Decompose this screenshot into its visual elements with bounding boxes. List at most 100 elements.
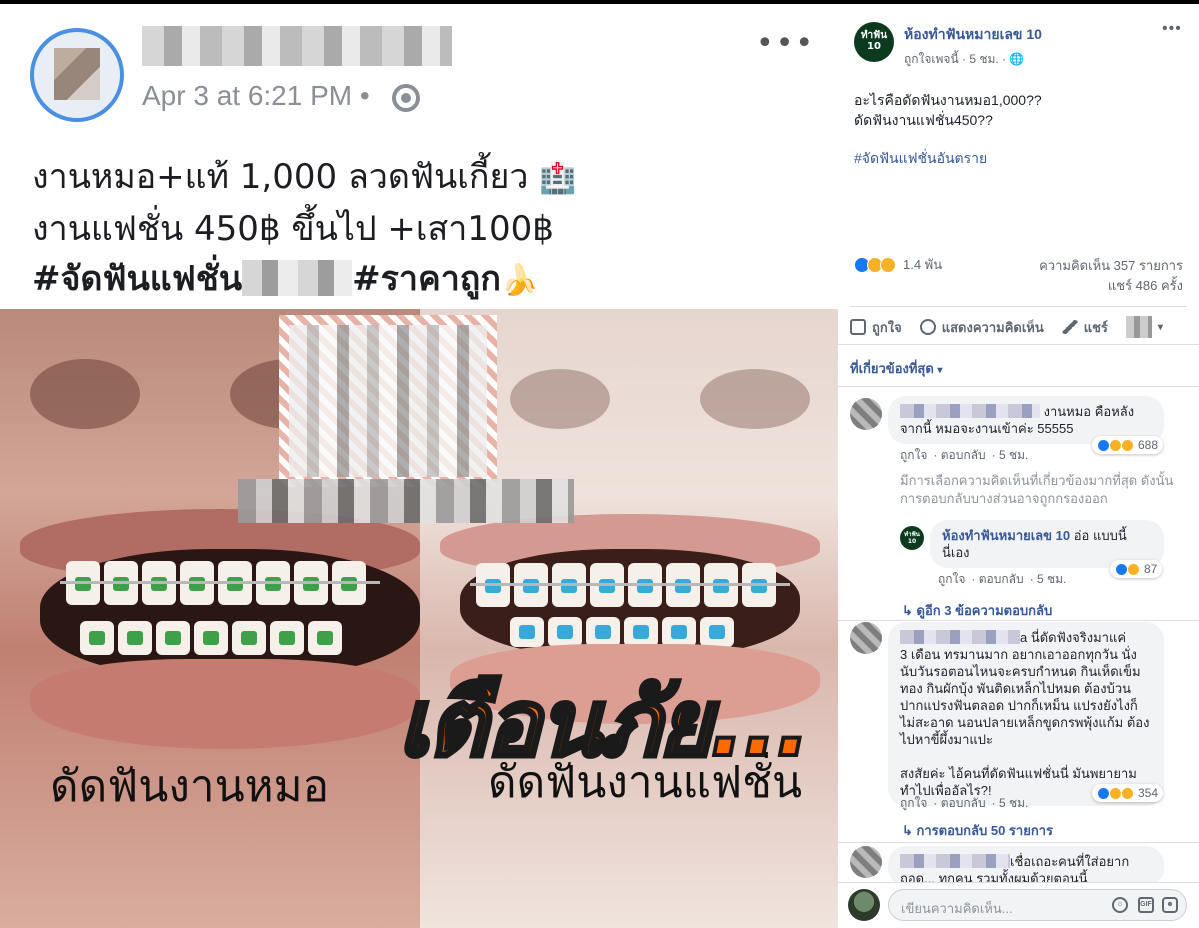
hashtag-link[interactable]: #จัดฟันแฟชั่นอันตราย: [854, 148, 987, 170]
comment-like-link[interactable]: ถูกใจ: [900, 448, 927, 462]
reply-reactions-count: 87: [1144, 562, 1158, 576]
post-timestamp: Apr 3 at 6:21 PM •: [142, 80, 370, 111]
sort-label: ที่เกี่ยวข้องที่สุด: [850, 361, 934, 376]
reply-reactions[interactable]: 87: [1110, 560, 1163, 578]
commenter-name-blurred[interactable]: [900, 404, 1040, 418]
comment-bubble: a นี่ดัดฟังจริงมาแค่ 3 เดือน ทรมานมาก อย…: [888, 622, 1164, 806]
commenter-name-blurred[interactable]: [900, 854, 1010, 868]
globe-icon: [392, 84, 420, 112]
post-hashtag-1: #จัดฟันแฟชั่น: [32, 259, 243, 299]
post-photo[interactable]: Apr 3 at 6:21 PM • ••• งานหมอ+แท้ 1,000 …: [0, 4, 838, 928]
page-avatar-small[interactable]: ทำฟัน 10: [900, 526, 924, 550]
reply-actions: ถูกใจ · ตอบกลับ · 5 ชม.: [938, 572, 1067, 586]
warning-text: เตือนภัย...: [396, 668, 813, 779]
comment-time[interactable]: 5 ชม.: [999, 448, 1028, 462]
blurred-text: [242, 260, 353, 296]
commenter-avatar[interactable]: [850, 846, 882, 878]
reply-text: นี่เอง: [942, 545, 970, 560]
facebook-photo-viewer: Apr 3 at 6:21 PM • ••• งานหมอ+แท้ 1,000 …: [0, 0, 1199, 928]
like-button[interactable]: ถูกใจ: [850, 317, 902, 338]
hospital-icon: 🏥: [539, 161, 577, 196]
wow-reaction-icon: [880, 256, 896, 273]
post-line-2: งานแฟชั่น 450฿ ขึ้นไป +เสา100฿: [32, 209, 554, 249]
comment-text: เชื่อเถอะคนที่ใส่อยาก: [1010, 854, 1130, 869]
comment-reactions-count: 354: [1138, 786, 1159, 800]
view-more-replies-link[interactable]: ↳ การตอบกลับ 50 รายการ: [902, 820, 1053, 841]
blurred-card-overlay: [279, 315, 497, 487]
sticker-icon[interactable]: ☻: [1162, 897, 1178, 913]
comment-actions: ถูกใจ · ตอบกลับ · 5 ชม.: [900, 448, 1029, 462]
comment-icon: [919, 319, 936, 335]
reactions-summary[interactable]: 1.4 พัน: [854, 254, 942, 275]
more-options-icon: •••: [756, 26, 816, 61]
comment-text: a นี่ดัดฟังจริงมาแค่: [1020, 630, 1127, 645]
engagement-stats: ความคิดเห็น 357 รายการ แชร์ 486 ครั้ง: [1039, 256, 1183, 296]
chevron-down-icon: ▾: [937, 365, 943, 376]
blurred-avatar: [1125, 316, 1152, 338]
caption-line-1: อะไรคือดัดฟันงานหมอ1,000??: [854, 92, 1042, 108]
reactions-count: 1.4 พัน: [903, 257, 943, 272]
comment-composer: เขียนความคิดเห็น... ☺ GIF ☻: [838, 882, 1199, 928]
page-name-link[interactable]: ห้องทำฟันหมายเลข 10: [904, 24, 1042, 46]
banana-icon: 🍌: [500, 263, 539, 298]
divider: [850, 306, 1187, 307]
post-text: งานหมอ+แท้ 1,000 ลวดฟันเกี้ยว 🏥 งานแฟชั่…: [32, 152, 812, 306]
shares-count-link[interactable]: แชร์ 486 ครั้ง: [1039, 276, 1183, 296]
divider: [838, 386, 1199, 387]
divider: [838, 842, 1199, 843]
comment-reply-link[interactable]: ตอบกลับ: [941, 448, 986, 462]
reply-reply-link[interactable]: ตอบกลับ: [979, 572, 1024, 586]
comment-reply-link[interactable]: ตอบกลับ: [941, 796, 986, 810]
share-icon: [1061, 320, 1078, 334]
filter-notice: มีการเลือกความคิดเห็นที่เกี่ยวข้องมากที่…: [900, 473, 1174, 506]
post-hashtag-2: #ราคาถูก: [352, 259, 501, 299]
braces-comparison-image: ดัดฟันงานหมอ ดัดฟันงานแฟชั่น เตือนภัย...: [0, 309, 838, 928]
thumbs-up-icon: [850, 319, 866, 335]
reply-time[interactable]: 5 ชม.: [1037, 572, 1066, 586]
commenter-avatar[interactable]: [850, 622, 882, 654]
emoji-icon[interactable]: ☺: [1112, 897, 1128, 913]
comment-reactions[interactable]: 688: [1092, 436, 1164, 454]
chevron-down-icon: ▾: [1157, 321, 1163, 333]
comment-button[interactable]: แสดงความคิดเห็น: [919, 317, 1044, 338]
like-label: ถูกใจ: [872, 319, 902, 335]
gif-icon[interactable]: GIF: [1138, 897, 1154, 913]
screenshot-post-header: Apr 3 at 6:21 PM • ••• งานหมอ+แท้ 1,000 …: [0, 4, 838, 304]
comment-placeholder: เขียนความคิดเห็น...: [901, 901, 1013, 916]
caption-line-2: ดัดฟันงานแฟชั่น450??: [854, 112, 993, 128]
comment-like-link[interactable]: ถูกใจ: [900, 796, 927, 810]
comment-sort-dropdown[interactable]: ที่เกี่ยวข้องที่สุด ▾: [850, 358, 942, 379]
post-caption: อะไรคือดัดฟันงานหมอ1,000?? ดัดฟันงานแฟชั…: [854, 90, 1184, 130]
comment-reactions[interactable]: 354: [1092, 784, 1164, 802]
current-user-avatar: [848, 889, 880, 921]
comment-input[interactable]: เขียนความคิดเห็น... ☺ GIF ☻: [888, 889, 1187, 921]
post-sidebar: ทำฟัน 10 ห้องทำฟันหมายเลข 10 ถูกใจเพจนี้…: [838, 4, 1199, 928]
comment-text: 3 เดือน ทรมานมาก อยากเอาออกทุกวัน นั่งนั…: [900, 647, 1150, 747]
commenter-avatar[interactable]: [850, 398, 882, 430]
share-label: แชร์: [1083, 319, 1108, 335]
reply-text: อ่อ แบบนี้: [1070, 528, 1127, 543]
comment-time[interactable]: 5 ชม.: [999, 796, 1028, 810]
action-bar: ถูกใจ แสดงความคิดเห็น แชร์ ▾: [850, 316, 1163, 338]
page-meta: ถูกใจเพจนี้ · 5 ชม. · 🌐: [904, 52, 1025, 66]
comment-label: แสดงความคิดเห็น: [941, 319, 1044, 335]
comments-count-link[interactable]: ความคิดเห็น 357 รายการ: [1039, 256, 1183, 276]
reply-author-link[interactable]: ห้องทำฟันหมายเลข 10: [942, 528, 1070, 543]
more-options-icon[interactable]: •••: [1162, 20, 1182, 38]
comment-reactions-count: 688: [1138, 438, 1159, 452]
post-line-1: งานหมอ+แท้ 1,000 ลวดฟันเกี้ยว: [32, 157, 529, 197]
commenter-name-blurred[interactable]: [900, 630, 1020, 644]
comment-text: งานหมอ คือหลัง: [1040, 404, 1135, 419]
left-label: ดัดฟันงานหมอ: [50, 761, 330, 812]
author-name-blurred: [142, 26, 452, 66]
divider: [838, 344, 1199, 345]
view-more-replies-link[interactable]: ↳ ดูอีก 3 ข้อความตอบกลับ: [902, 600, 1052, 621]
author-avatar: [30, 28, 124, 122]
reply-like-link[interactable]: ถูกใจ: [938, 572, 965, 586]
comment-text: จากนี้ หมอจะงานเข้าค่ะ 55555: [900, 421, 1074, 436]
share-button[interactable]: แชร์: [1061, 317, 1108, 338]
comment-actions: ถูกใจ · ตอบกลับ · 5 ชม.: [900, 796, 1029, 810]
post-as-selector[interactable]: ▾: [1125, 316, 1163, 338]
divider: [838, 620, 1199, 621]
page-avatar[interactable]: ทำฟัน 10: [854, 22, 894, 62]
